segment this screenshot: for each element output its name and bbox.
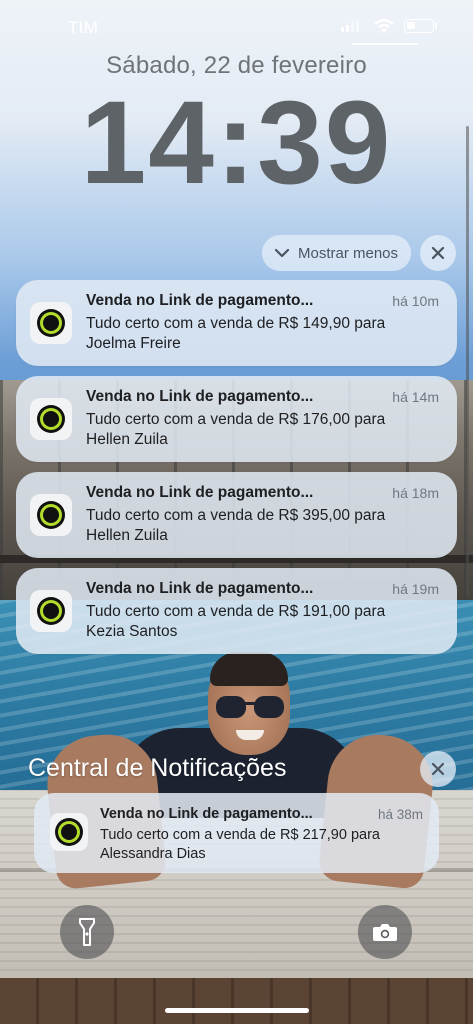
payment-app-icon [30, 302, 72, 344]
lock-screen-clock[interactable]: 14:39 [0, 78, 473, 208]
battery-icon [404, 19, 434, 33]
notification-body: Tudo certo com a venda de R$ 191,00 para… [86, 603, 386, 640]
notification-card[interactable]: Venda no Link de pagamento... há 19m Tud… [16, 568, 457, 654]
notification-body: Tudo certo com a venda de R$ 395,00 para… [86, 507, 386, 544]
notification-center-title: Central de Notificações [28, 754, 287, 782]
payment-app-icon [30, 398, 72, 440]
notification-card[interactable]: Venda no Link de pagamento... há 18m Tud… [16, 472, 457, 558]
notification-title: Venda no Link de pagamento... [86, 388, 314, 405]
notification-title: Venda no Link de pagamento... [86, 292, 314, 309]
payment-app-icon [30, 590, 72, 632]
status-indicator-line [352, 43, 418, 45]
notification-body: Tudo certo com a venda de R$ 217,90 para… [100, 827, 380, 862]
wifi-icon [374, 19, 394, 33]
notification-card[interactable]: Venda no Link de pagamento... há 10m Tud… [16, 280, 457, 366]
clear-notification-center-button[interactable] [420, 751, 456, 787]
status-bar: TIM [0, 0, 473, 50]
lock-screen-date: Sábado, 22 de fevereiro [106, 52, 367, 79]
wallpaper-sunglasses-right [254, 696, 284, 718]
payment-app-icon [30, 494, 72, 536]
notification-body: Tudo certo com a venda de R$ 176,00 para… [86, 411, 386, 448]
notification-time: há 38m [377, 807, 423, 822]
close-icon [431, 762, 445, 776]
clear-stack-button[interactable] [420, 235, 456, 271]
payment-app-icon [50, 813, 88, 851]
wallpaper-sunglasses-bridge [244, 702, 256, 705]
battery-tip [435, 23, 437, 29]
scroll-indicator [466, 126, 469, 596]
battery-level-fill [407, 22, 415, 29]
notification-title: Venda no Link de pagamento... [86, 484, 314, 501]
chevron-down-icon [274, 248, 290, 258]
flashlight-icon [79, 918, 95, 946]
camera-icon [373, 924, 397, 941]
close-icon [431, 246, 445, 260]
notification-card[interactable]: Venda no Link de pagamento... há 38m Tud… [34, 793, 439, 873]
wallpaper-person-hair [210, 652, 288, 686]
show-less-label: Mostrar menos [298, 244, 399, 262]
notification-time: há 19m [392, 581, 439, 597]
flashlight-button[interactable] [60, 905, 114, 959]
notification-body: Tudo certo com a venda de R$ 149,90 para… [86, 315, 386, 352]
home-indicator[interactable] [165, 1008, 309, 1013]
notification-time: há 10m [392, 293, 439, 309]
notification-title: Venda no Link de pagamento... [100, 806, 313, 822]
show-less-button[interactable]: Mostrar menos [262, 235, 411, 271]
camera-button[interactable] [358, 905, 412, 959]
carrier-label: TIM [68, 18, 99, 37]
notification-time: há 18m [392, 485, 439, 501]
wallpaper-wood-deck [0, 978, 473, 1024]
notification-card[interactable]: Venda no Link de pagamento... há 14m Tud… [16, 376, 457, 462]
notification-time: há 14m [392, 389, 439, 405]
notification-title: Venda no Link de pagamento... [86, 580, 314, 597]
cellular-signal-icon [341, 20, 359, 32]
wallpaper-sunglasses-left [216, 696, 246, 718]
